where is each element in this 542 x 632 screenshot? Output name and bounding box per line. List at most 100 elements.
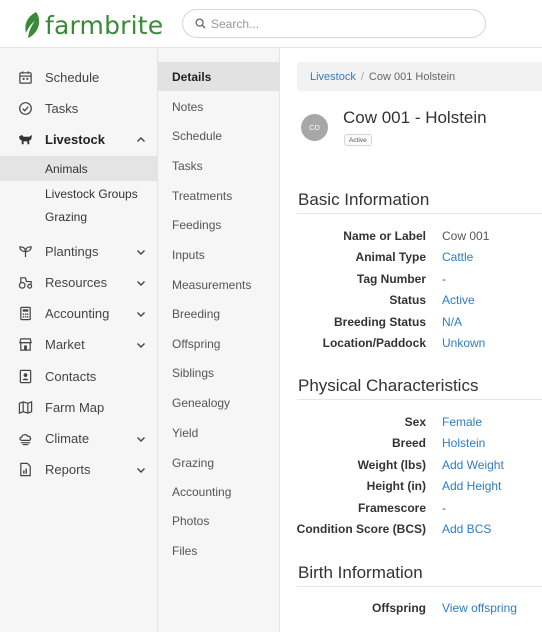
tractor-icon bbox=[17, 275, 33, 291]
record-subnav: Details Notes Schedule Tasks Treatments … bbox=[158, 48, 280, 632]
subnav-item-label: Genealogy bbox=[172, 395, 231, 410]
subnav-item-schedule[interactable]: Schedule bbox=[158, 121, 279, 150]
subnav-item-label: Details bbox=[172, 69, 212, 84]
livestock-icon bbox=[17, 132, 33, 148]
field-row-name: Name or Label Cow 001 bbox=[280, 229, 542, 247]
sidebar-item-plantings[interactable]: Plantings bbox=[0, 236, 158, 267]
field-value: - bbox=[442, 501, 446, 515]
field-label: Condition Score (BCS) bbox=[296, 522, 426, 536]
subnav-item-label: Files bbox=[172, 543, 198, 558]
sidebar-subitem-label: Grazing bbox=[45, 209, 88, 224]
sidebar-subitem-livestock-groups[interactable]: Livestock Groups bbox=[0, 181, 158, 206]
sidebar-subitem-animals[interactable]: Animals bbox=[0, 156, 158, 181]
field-value: - bbox=[442, 272, 446, 286]
subnav-item-label: Breeding bbox=[172, 306, 221, 321]
subnav-item-feedings[interactable]: Feedings bbox=[158, 210, 279, 239]
top-header: farmbrite bbox=[0, 0, 542, 48]
sidebar-item-label: Tasks bbox=[45, 101, 79, 116]
search-box[interactable] bbox=[182, 9, 486, 38]
animal-detail-panel: Livestock / Cow 001 Holstein CD Cow 001 … bbox=[280, 48, 542, 632]
sidebar-item-tasks[interactable]: Tasks bbox=[0, 93, 158, 124]
subnav-item-grazing[interactable]: Grazing bbox=[158, 448, 279, 477]
breeding-status-link[interactable]: N/A bbox=[442, 315, 462, 329]
sidebar-item-market[interactable]: Market bbox=[0, 329, 158, 360]
field-label: Breeding Status bbox=[333, 315, 426, 329]
breadcrumb-separator: / bbox=[360, 70, 364, 83]
field-row-tag-number: Tag Number - bbox=[280, 272, 542, 290]
location-link[interactable]: Unkown bbox=[442, 336, 485, 350]
subnav-item-notes[interactable]: Notes bbox=[158, 92, 279, 121]
field-row-status: Status Active bbox=[280, 293, 542, 311]
sidebar-item-accounting[interactable]: Accounting bbox=[0, 298, 158, 329]
add-bcs-link[interactable]: Add BCS bbox=[442, 522, 491, 536]
sex-link[interactable]: Female bbox=[442, 415, 482, 429]
sidebar-item-label: Farm Map bbox=[45, 400, 105, 415]
sidebar-item-label: Resources bbox=[45, 275, 108, 290]
subnav-item-files[interactable]: Files bbox=[158, 536, 279, 565]
field-label: Offspring bbox=[372, 601, 426, 615]
subnav-item-genealogy[interactable]: Genealogy bbox=[158, 388, 279, 417]
subnav-item-label: Photos bbox=[172, 513, 210, 528]
sidebar-item-resources[interactable]: Resources bbox=[0, 267, 158, 298]
field-label: Breed bbox=[391, 436, 426, 450]
subnav-item-accounting[interactable]: Accounting bbox=[158, 477, 279, 506]
sidebar-item-contacts[interactable]: Contacts bbox=[0, 361, 158, 392]
sidebar-item-label: Accounting bbox=[45, 306, 110, 321]
section-title-physical-characteristics: Physical Characteristics bbox=[298, 376, 479, 395]
contact-icon bbox=[17, 369, 33, 385]
calculator-icon bbox=[17, 306, 33, 322]
field-label: Tag Number bbox=[356, 272, 426, 286]
sidebar-item-label: Plantings bbox=[45, 244, 99, 259]
avatar[interactable]: CD bbox=[301, 114, 328, 141]
sidebar-item-farm-map[interactable]: Farm Map bbox=[0, 392, 158, 423]
view-offspring-link[interactable]: View offspring bbox=[442, 601, 517, 615]
subnav-item-label: Accounting bbox=[172, 484, 232, 499]
cloud-icon bbox=[17, 431, 33, 447]
field-label: Height (in) bbox=[366, 479, 426, 493]
chevron-down-icon bbox=[137, 249, 145, 255]
sidebar-item-label: Schedule bbox=[45, 70, 100, 85]
subnav-item-label: Tasks bbox=[172, 158, 203, 173]
subnav-item-details[interactable]: Details bbox=[158, 62, 279, 91]
subnav-item-breeding[interactable]: Breeding bbox=[158, 299, 279, 328]
animal-type-link[interactable]: Cattle bbox=[442, 250, 473, 264]
chevron-down-icon bbox=[137, 311, 145, 317]
sidebar-item-climate[interactable]: Climate bbox=[0, 423, 158, 454]
field-row-weight: Weight (lbs) Add Weight bbox=[280, 458, 542, 476]
search-input[interactable] bbox=[211, 16, 471, 31]
subnav-item-yield[interactable]: Yield bbox=[158, 418, 279, 447]
main-sidebar: Schedule Tasks Livestock Animals Livesto… bbox=[0, 48, 158, 632]
sidebar-item-label: Contacts bbox=[45, 369, 97, 384]
sidebar-subitem-grazing[interactable]: Grazing bbox=[0, 204, 158, 229]
sidebar-item-label: Climate bbox=[45, 431, 90, 446]
breadcrumb-livestock-link[interactable]: Livestock bbox=[310, 71, 356, 83]
sidebar-item-schedule[interactable]: Schedule bbox=[0, 62, 158, 93]
field-label: Name or Label bbox=[343, 229, 426, 243]
add-height-link[interactable]: Add Height bbox=[442, 479, 501, 493]
subnav-item-siblings[interactable]: Siblings bbox=[158, 358, 279, 387]
field-label: Framescore bbox=[357, 501, 426, 515]
sidebar-subitem-label: Livestock Groups bbox=[45, 186, 138, 201]
subnav-item-label: Schedule bbox=[172, 128, 223, 143]
subnav-item-label: Yield bbox=[172, 425, 199, 440]
subnav-item-label: Grazing bbox=[172, 455, 215, 470]
market-icon bbox=[17, 337, 33, 353]
field-row-condition-score: Condition Score (BCS) Add BCS bbox=[280, 522, 542, 540]
subnav-item-treatments[interactable]: Treatments bbox=[158, 181, 279, 210]
subnav-item-photos[interactable]: Photos bbox=[158, 506, 279, 535]
sidebar-item-livestock[interactable]: Livestock bbox=[0, 124, 158, 155]
subnav-item-inputs[interactable]: Inputs bbox=[158, 240, 279, 269]
farmbrite-logo[interactable]: farmbrite bbox=[22, 9, 163, 41]
sidebar-item-reports[interactable]: Reports bbox=[0, 454, 158, 485]
check-circle-icon bbox=[17, 101, 33, 117]
subnav-item-tasks[interactable]: Tasks bbox=[158, 151, 279, 180]
breadcrumb-current: Cow 001 Holstein bbox=[368, 70, 456, 83]
subnav-item-measurements[interactable]: Measurements bbox=[158, 270, 279, 299]
chevron-down-icon bbox=[137, 280, 145, 286]
subnav-item-offspring[interactable]: Offspring bbox=[158, 329, 279, 358]
field-row-breeding-status: Breeding Status N/A bbox=[280, 315, 542, 333]
breed-link[interactable]: Holstein bbox=[442, 436, 485, 450]
field-label: Weight (lbs) bbox=[357, 458, 426, 472]
status-link[interactable]: Active bbox=[442, 293, 475, 307]
add-weight-link[interactable]: Add Weight bbox=[442, 458, 504, 472]
